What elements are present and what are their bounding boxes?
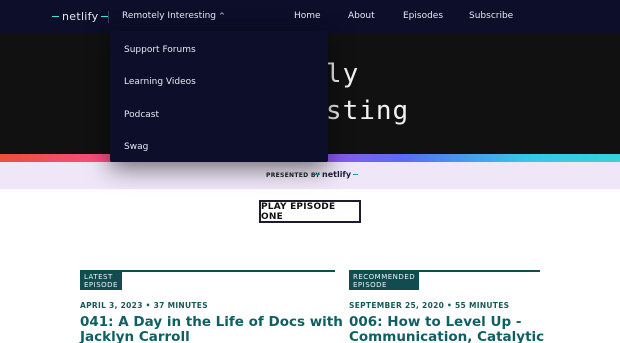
episode-meta: SEPTEMBER 25, 2020 • 55 MINUTES	[349, 301, 510, 310]
latest-episode-tag: LATEST EPISODE	[80, 272, 122, 290]
logo-left-bar	[52, 15, 59, 17]
play-episode-one-button[interactable]: PLAY EPISODE ONE	[259, 200, 361, 223]
sponsor-logo-right-bar	[353, 174, 359, 175]
dropdown-item-podcast[interactable]: Podcast	[124, 110, 159, 120]
episode-title-line-1: 041: A Day in the Life of Docs with	[80, 314, 343, 330]
sponsor-logo-text: netlify	[322, 170, 352, 179]
episode-title-line-1: 006: How to Level Up -	[349, 314, 522, 330]
nav-subscribe[interactable]: Subscribe	[469, 11, 513, 21]
nav-episodes[interactable]: Episodes	[403, 11, 443, 21]
episode-title-line-2: Communication, Catalytic	[349, 329, 545, 343]
episode-meta: APRIL 3, 2023 • 37 MINUTES	[80, 301, 208, 310]
recommended-episode-tag: RECOMMENDED EPISODE	[349, 272, 420, 290]
presented-by-strip: PRESENTED BY netlify	[0, 162, 620, 189]
remotely-interesting-dropdown: Support Forums Learning Videos Podcast S…	[110, 31, 328, 162]
presented-by-label: PRESENTED BY	[266, 172, 321, 179]
nav-divider	[108, 11, 109, 23]
netlify-logo[interactable]: netlify	[52, 7, 109, 25]
remotely-interesting-menu[interactable]: Remotely Interesting ^	[122, 11, 225, 21]
nav-about[interactable]: About	[348, 11, 375, 21]
episode-title[interactable]: 041: A Day in the Life of Docs with Jack…	[80, 315, 343, 343]
episode-title-line-2: Jacklyn Carroll	[80, 329, 190, 343]
dropdown-item-learning-videos[interactable]: Learning Videos	[124, 77, 196, 87]
sponsor-netlify-logo[interactable]: netlify	[315, 170, 359, 179]
dropdown-item-swag[interactable]: Swag	[124, 142, 148, 152]
episode-title[interactable]: 006: How to Level Up - Communication, Ca…	[349, 315, 544, 343]
nav-home[interactable]: Home	[294, 11, 321, 21]
top-nav: netlify Remotely Interesting ^ Home Abou…	[0, 0, 620, 33]
logo-text: netlify	[62, 9, 99, 23]
menu-label: Remotely Interesting	[122, 11, 217, 21]
sponsor-logo-left-bar	[315, 174, 320, 175]
dropdown-item-support-forums[interactable]: Support Forums	[124, 45, 196, 55]
chevron-up-icon: ^	[219, 12, 225, 20]
